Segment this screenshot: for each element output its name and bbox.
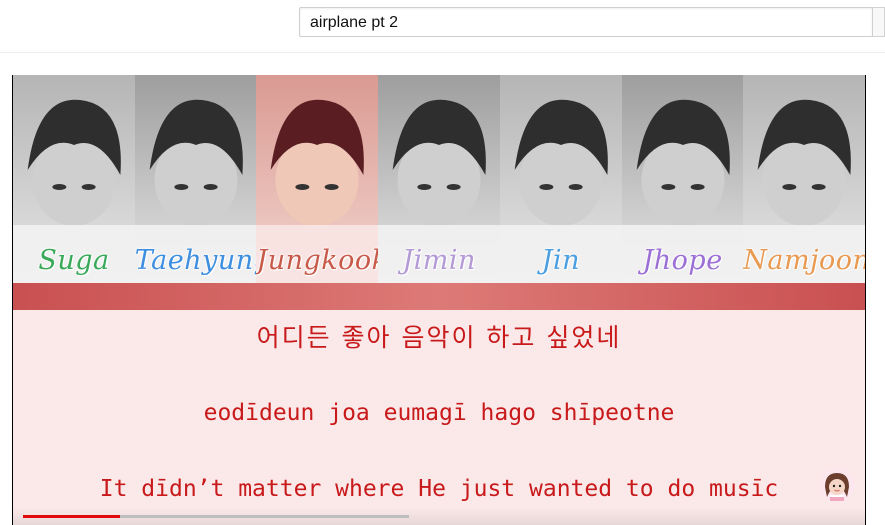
member-name-jimin: Jimin [402,245,476,276]
member-name-jin: Jin [541,245,581,276]
member-panel-jimin: Jimin [378,75,501,285]
color-band [13,283,865,310]
member-panel-jungkook: Jungkook [256,75,379,285]
member-name-taehyung: Taehyung [134,245,257,276]
progress-bar[interactable] [23,515,409,518]
member-panel-namjoon: Namjoon [743,75,866,285]
member-name-jungkook: Jungkook [256,245,379,276]
avatar-icon [819,467,855,503]
search-box[interactable] [299,7,873,37]
lyric-romanized: eodīdeun joa eumagī hago shīpeotne [203,400,675,426]
member-panels: Suga TaehyungJungkook Jimin Jin Jhope Namjoon [13,75,866,310]
member-name-namjoon: Namjoon [743,245,866,276]
member-panel-suga: Suga [13,75,135,285]
search-input[interactable] [310,13,850,33]
member-panel-taehyung: Taehyung [134,75,257,285]
lyrics-area: 어디든 좋아 음악이 하고 싶었네 eodīdeun joa eumagī ha… [13,310,865,525]
video-frame[interactable]: Suga TaehyungJungkook Jimin Jin Jhope Namjoon… [13,75,866,525]
member-panel-jhope: Jhope [621,75,744,285]
member-name-suga: Suga [38,245,110,276]
member-name-jhope: Jhope [642,245,723,276]
lyric-english: It dīdn’t matter where He just wanted to… [99,476,779,502]
masthead [0,0,885,53]
video-player[interactable]: Suga TaehyungJungkook Jimin Jin Jhope Namjoon… [12,75,866,525]
member-panel-jin: Jin [499,75,622,285]
search-button[interactable] [873,7,885,37]
lyric-korean: 어디든 좋아 음악이 하고 싶었네 [256,323,622,352]
progress-fill [23,515,120,518]
